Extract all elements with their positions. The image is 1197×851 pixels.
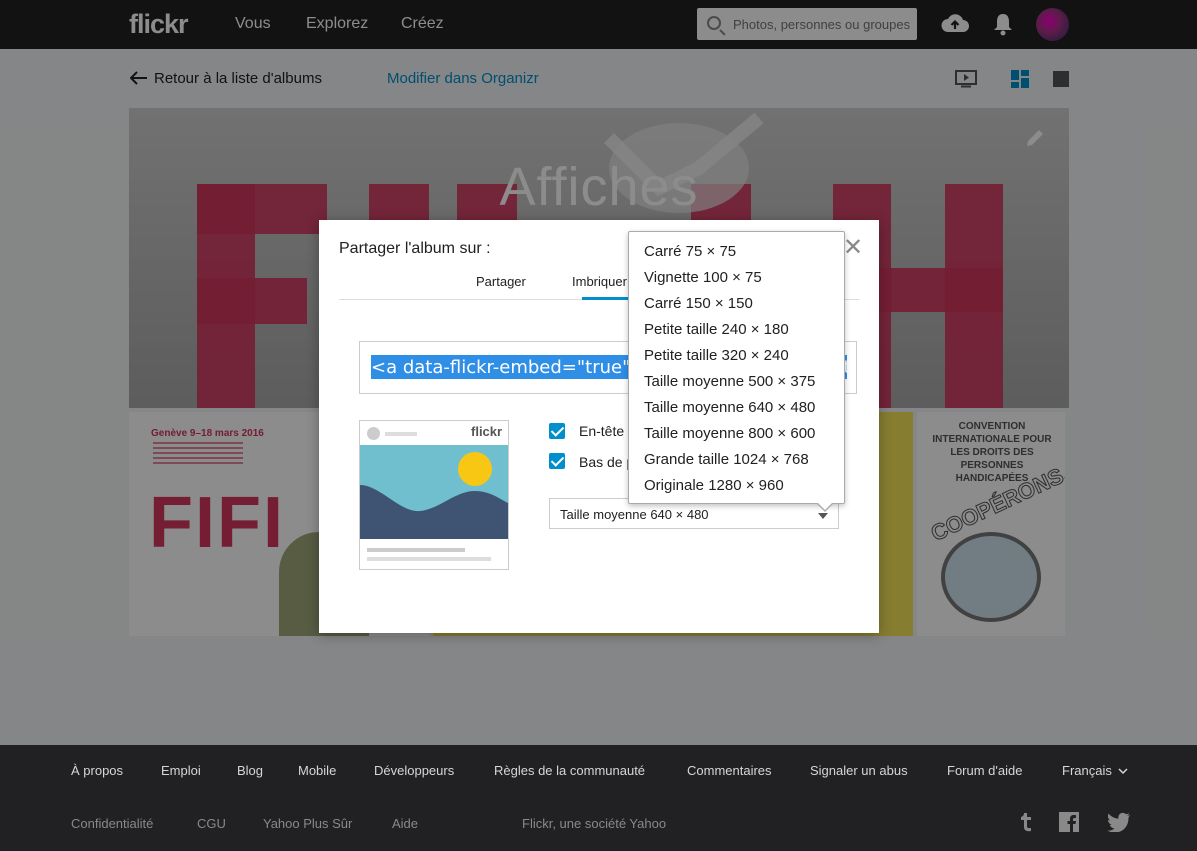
footer-checkbox[interactable] <box>549 453 565 469</box>
twitter-icon[interactable] <box>1107 812 1131 832</box>
tumblr-icon[interactable] <box>1019 812 1033 832</box>
footer-link-regles[interactable]: Règles de la communauté <box>494 763 645 778</box>
caret-down-icon <box>818 513 828 519</box>
footer-link-mobile[interactable]: Mobile <box>298 763 336 778</box>
dropdown-pointer <box>816 502 834 512</box>
footer-link-commentaires[interactable]: Commentaires <box>687 763 772 778</box>
close-icon[interactable]: ✕ <box>843 236 863 260</box>
size-option[interactable]: Taille moyenne 640 × 480 <box>644 399 815 416</box>
size-select-value: Taille moyenne 640 × 480 <box>560 507 709 522</box>
footer-link-developpeurs[interactable]: Développeurs <box>374 763 454 778</box>
preview-avatar <box>367 427 380 440</box>
footer <box>0 745 1197 851</box>
footer-link-yahoo-safe[interactable]: Yahoo Plus Sûr <box>263 816 352 831</box>
size-option[interactable]: Petite taille 320 × 240 <box>644 347 789 364</box>
tab-imbriquer[interactable]: Imbriquer <box>572 274 627 289</box>
preview-caption-line <box>367 557 491 561</box>
footer-link-emploi[interactable]: Emploi <box>161 763 201 778</box>
language-label: Français <box>1062 763 1112 778</box>
facebook-icon[interactable] <box>1059 812 1079 832</box>
size-dropdown-list: Carré 75 × 75 Vignette 100 × 75 Carré 15… <box>628 231 845 512</box>
size-option[interactable]: Grande taille 1024 × 768 <box>644 451 809 468</box>
preview-caption-line <box>367 548 465 552</box>
size-option[interactable]: Taille moyenne 800 × 600 <box>644 425 815 442</box>
tab-partager[interactable]: Partager <box>476 274 526 289</box>
size-option[interactable]: Petite taille 240 × 180 <box>644 321 789 338</box>
language-selector[interactable]: Français <box>1062 763 1129 778</box>
preview-name-bar <box>385 432 417 436</box>
header-checkbox[interactable] <box>549 423 565 439</box>
size-option[interactable]: Taille moyenne 500 × 375 <box>644 373 815 390</box>
dialog-title: Partager l'album sur : <box>339 240 491 257</box>
chevron-down-icon <box>1118 768 1129 775</box>
footer-link-signaler[interactable]: Signaler un abus <box>810 763 908 778</box>
footer-link-aide[interactable]: Aide <box>392 816 418 831</box>
embed-preview: flickr <box>359 420 509 570</box>
footer-link-blog[interactable]: Blog <box>237 763 263 778</box>
preview-image <box>360 445 508 539</box>
landscape-icon <box>360 452 508 539</box>
footer-link-cgu[interactable]: CGU <box>197 816 226 831</box>
size-option[interactable]: Carré 150 × 150 <box>644 295 753 312</box>
footer-link-forum[interactable]: Forum d'aide <box>947 763 1022 778</box>
preview-flickr-logo: flickr <box>471 424 503 439</box>
size-option[interactable]: Originale 1280 × 960 <box>644 477 784 494</box>
size-option[interactable]: Vignette 100 × 75 <box>644 269 762 286</box>
footer-link-apropos[interactable]: À propos <box>71 763 123 778</box>
header-checkbox-label: En-tête <box>579 423 625 439</box>
footer-company: Flickr, une société Yahoo <box>522 816 667 831</box>
size-option[interactable]: Carré 75 × 75 <box>644 243 736 260</box>
footer-link-confidentialite[interactable]: Confidentialité <box>71 816 153 831</box>
